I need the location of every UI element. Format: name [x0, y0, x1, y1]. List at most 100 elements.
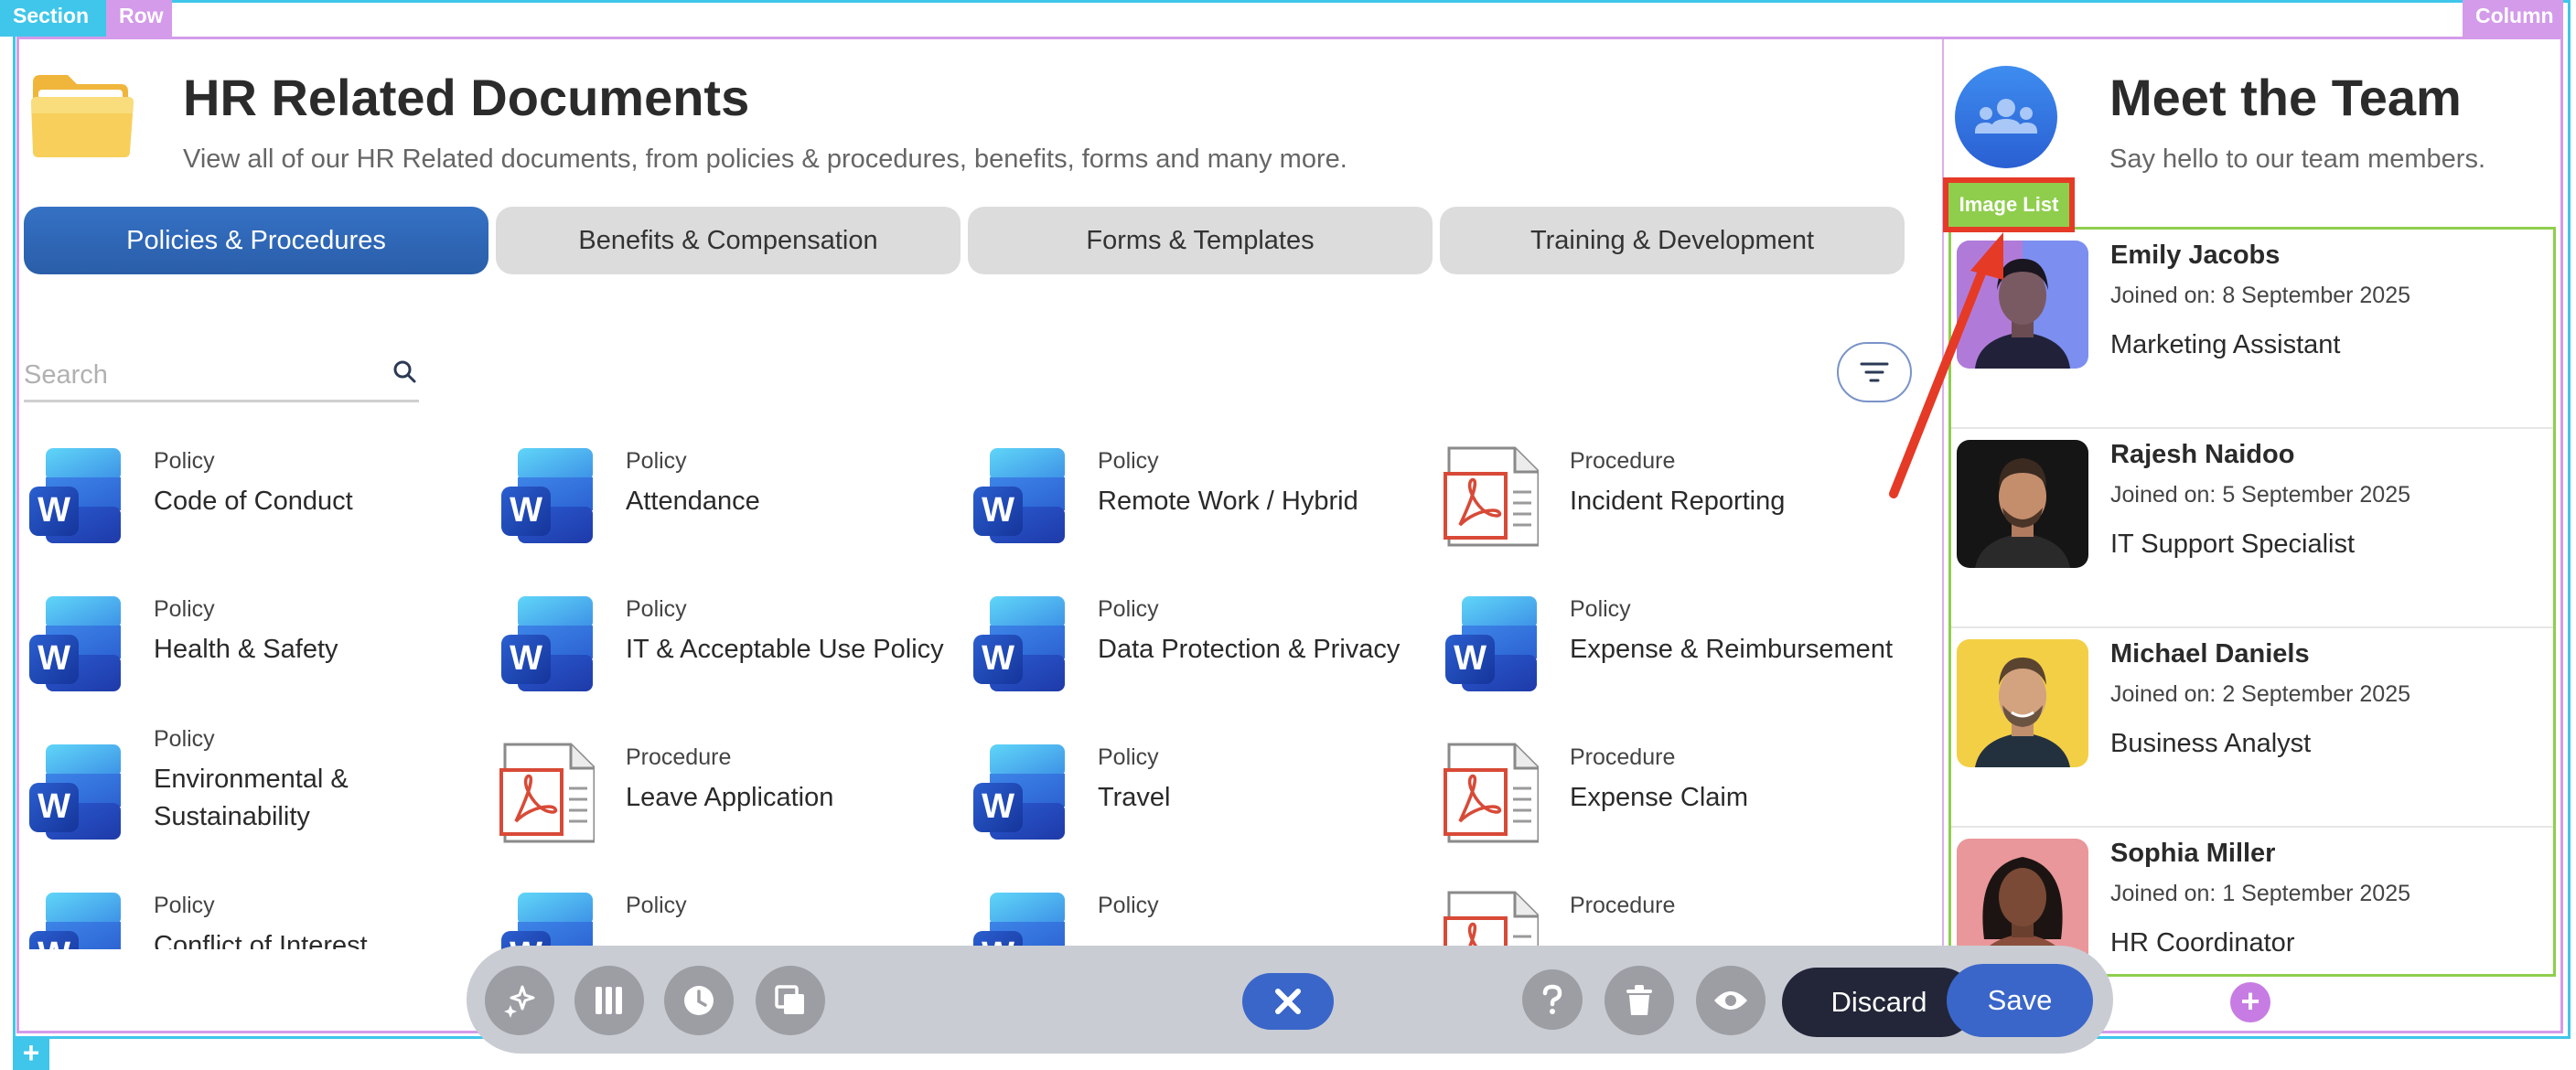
- history-button[interactable]: [664, 966, 734, 1035]
- document-type: Policy: [626, 893, 687, 918]
- category-tabs: Policies & Procedures Benefits & Compens…: [24, 207, 1908, 274]
- document-title: Attendance: [626, 487, 760, 516]
- close-icon: [1275, 989, 1301, 1014]
- document-item[interactable]: Procedure Expense Claim: [1440, 733, 1897, 861]
- pdf-icon: [499, 743, 595, 843]
- member-name: Sophia Miller: [2110, 839, 2276, 868]
- document-item[interactable]: Procedure Leave Application: [496, 733, 953, 861]
- member-role: HR Coordinator: [2110, 928, 2295, 958]
- add-item-button[interactable]: +: [2230, 982, 2270, 1022]
- search-input[interactable]: [24, 355, 371, 395]
- pdf-icon: [1444, 891, 1539, 949]
- document-type: Policy: [154, 596, 215, 622]
- add-section-button[interactable]: +: [13, 1037, 49, 1070]
- close-button[interactable]: [1242, 973, 1334, 1030]
- document-item[interactable]: W Policy Data Protection & Privacy: [968, 585, 1425, 713]
- document-title: Remote Work / Hybrid: [1098, 487, 1358, 516]
- document-type: Policy: [626, 596, 687, 622]
- word-icon: W: [501, 893, 593, 949]
- document-title: Code of Conduct: [154, 487, 353, 516]
- document-type: Policy: [1098, 893, 1159, 918]
- document-type: Procedure: [626, 744, 732, 770]
- pdf-icon: [1444, 743, 1539, 843]
- page-subtitle: View all of our HR Related documents, fr…: [183, 144, 1347, 174]
- word-icon: W: [973, 893, 1065, 949]
- word-icon: W: [973, 596, 1065, 691]
- team-member-card[interactable]: Rajesh Naidoo Joined on: 5 September 202…: [1951, 429, 2553, 628]
- document-type: Policy: [154, 726, 215, 752]
- svg-text:W: W: [510, 639, 542, 678]
- document-item[interactable]: W Policy Expense & Reimbursement: [1440, 585, 1897, 713]
- document-type: Policy: [1570, 596, 1631, 622]
- pdf-icon: [1444, 446, 1539, 547]
- tab-benefits-compensation[interactable]: Benefits & Compensation: [496, 207, 961, 274]
- tab-forms-templates[interactable]: Forms & Templates: [968, 207, 1433, 274]
- search-icon[interactable]: [392, 358, 417, 384]
- editor-toolbar: Discard Save: [467, 946, 2113, 1054]
- word-icon: W: [29, 893, 121, 949]
- word-icon: W: [973, 448, 1065, 543]
- member-role: Business Analyst: [2110, 729, 2312, 758]
- trash-icon: [1626, 985, 1652, 1015]
- svg-text:W: W: [38, 491, 70, 530]
- document-item[interactable]: W Policy: [968, 882, 1425, 949]
- ai-assist-button[interactable]: [485, 966, 554, 1035]
- document-title: Leave Application: [626, 783, 834, 812]
- word-icon: W: [29, 596, 121, 691]
- team-member-card[interactable]: Emily Jacobs Joined on: 8 September 2025…: [1951, 230, 2553, 429]
- svg-text:W: W: [38, 639, 70, 678]
- document-item[interactable]: W Policy IT & Acceptable Use Policy: [496, 585, 953, 713]
- history-icon: [684, 986, 714, 1015]
- member-joined-date: Joined on: 8 September 2025: [2110, 283, 2411, 308]
- document-item[interactable]: W Policy Code of Conduct: [24, 437, 481, 565]
- document-title: Travel: [1098, 783, 1171, 812]
- document-type: Policy: [626, 448, 687, 474]
- svg-text:W: W: [38, 936, 70, 949]
- document-item[interactable]: Procedure Incident Reporting: [1440, 437, 1897, 565]
- svg-text:W: W: [1454, 639, 1487, 678]
- document-title: Expense Claim: [1570, 783, 1749, 812]
- document-item[interactable]: W Policy Attendance: [496, 437, 953, 565]
- document-grid: W Policy Code of Conduct W Policy Attendan…: [24, 437, 1927, 949]
- help-button[interactable]: [1522, 969, 1583, 1030]
- document-title: Data Protection & Privacy: [1098, 635, 1401, 664]
- row-tag[interactable]: Row: [106, 0, 172, 37]
- document-title: Conflict of Interest: [154, 931, 368, 949]
- columns-button[interactable]: [574, 966, 644, 1035]
- save-button[interactable]: Save: [1947, 964, 2093, 1037]
- columns-icon: [596, 987, 622, 1014]
- document-type: Procedure: [1570, 893, 1676, 918]
- folder-icon: [31, 75, 134, 157]
- column-tag[interactable]: Column: [2463, 0, 2563, 37]
- delete-button[interactable]: [1605, 966, 1674, 1035]
- svg-text:W: W: [982, 639, 1014, 678]
- document-item[interactable]: W Policy Travel: [968, 733, 1425, 861]
- sparkle-icon: [504, 985, 535, 1018]
- document-type: Policy: [154, 893, 215, 918]
- layers-button[interactable]: [756, 966, 825, 1035]
- member-name: Emily Jacobs: [2110, 241, 2281, 270]
- document-title: IT & Acceptable Use Policy: [626, 635, 944, 664]
- tab-training-development[interactable]: Training & Development: [1440, 207, 1905, 274]
- tab-policies-procedures[interactable]: Policies & Procedures: [24, 207, 488, 274]
- svg-text:W: W: [982, 787, 1014, 826]
- team-member-card[interactable]: Michael Daniels Joined on: 2 September 2…: [1951, 628, 2553, 828]
- document-item[interactable]: W Policy Conflict of Interest: [24, 882, 481, 949]
- avatar: [1957, 639, 2088, 767]
- word-icon: W: [501, 596, 593, 691]
- document-item[interactable]: W Policy Health & Safety: [24, 585, 481, 713]
- member-joined-date: Joined on: 2 September 2025: [2110, 681, 2411, 707]
- team-image-list[interactable]: Emily Jacobs Joined on: 8 September 2025…: [1948, 227, 2556, 977]
- document-item[interactable]: Procedure: [1440, 882, 1897, 949]
- document-title: Incident Reporting: [1570, 487, 1786, 516]
- document-type: Policy: [154, 448, 215, 474]
- section-tag[interactable]: Section: [0, 0, 106, 37]
- image-list-tag[interactable]: Image List: [1943, 177, 2075, 232]
- document-item[interactable]: W Policy: [496, 882, 953, 949]
- document-item[interactable]: W Policy Environmental & Sustainability: [24, 726, 481, 861]
- team-title: Meet the Team: [2109, 69, 2462, 126]
- search-bar: [24, 348, 419, 402]
- page-title: HR Related Documents: [183, 69, 750, 126]
- preview-button[interactable]: [1696, 966, 1766, 1035]
- document-item[interactable]: W Policy Remote Work / Hybrid: [968, 437, 1425, 565]
